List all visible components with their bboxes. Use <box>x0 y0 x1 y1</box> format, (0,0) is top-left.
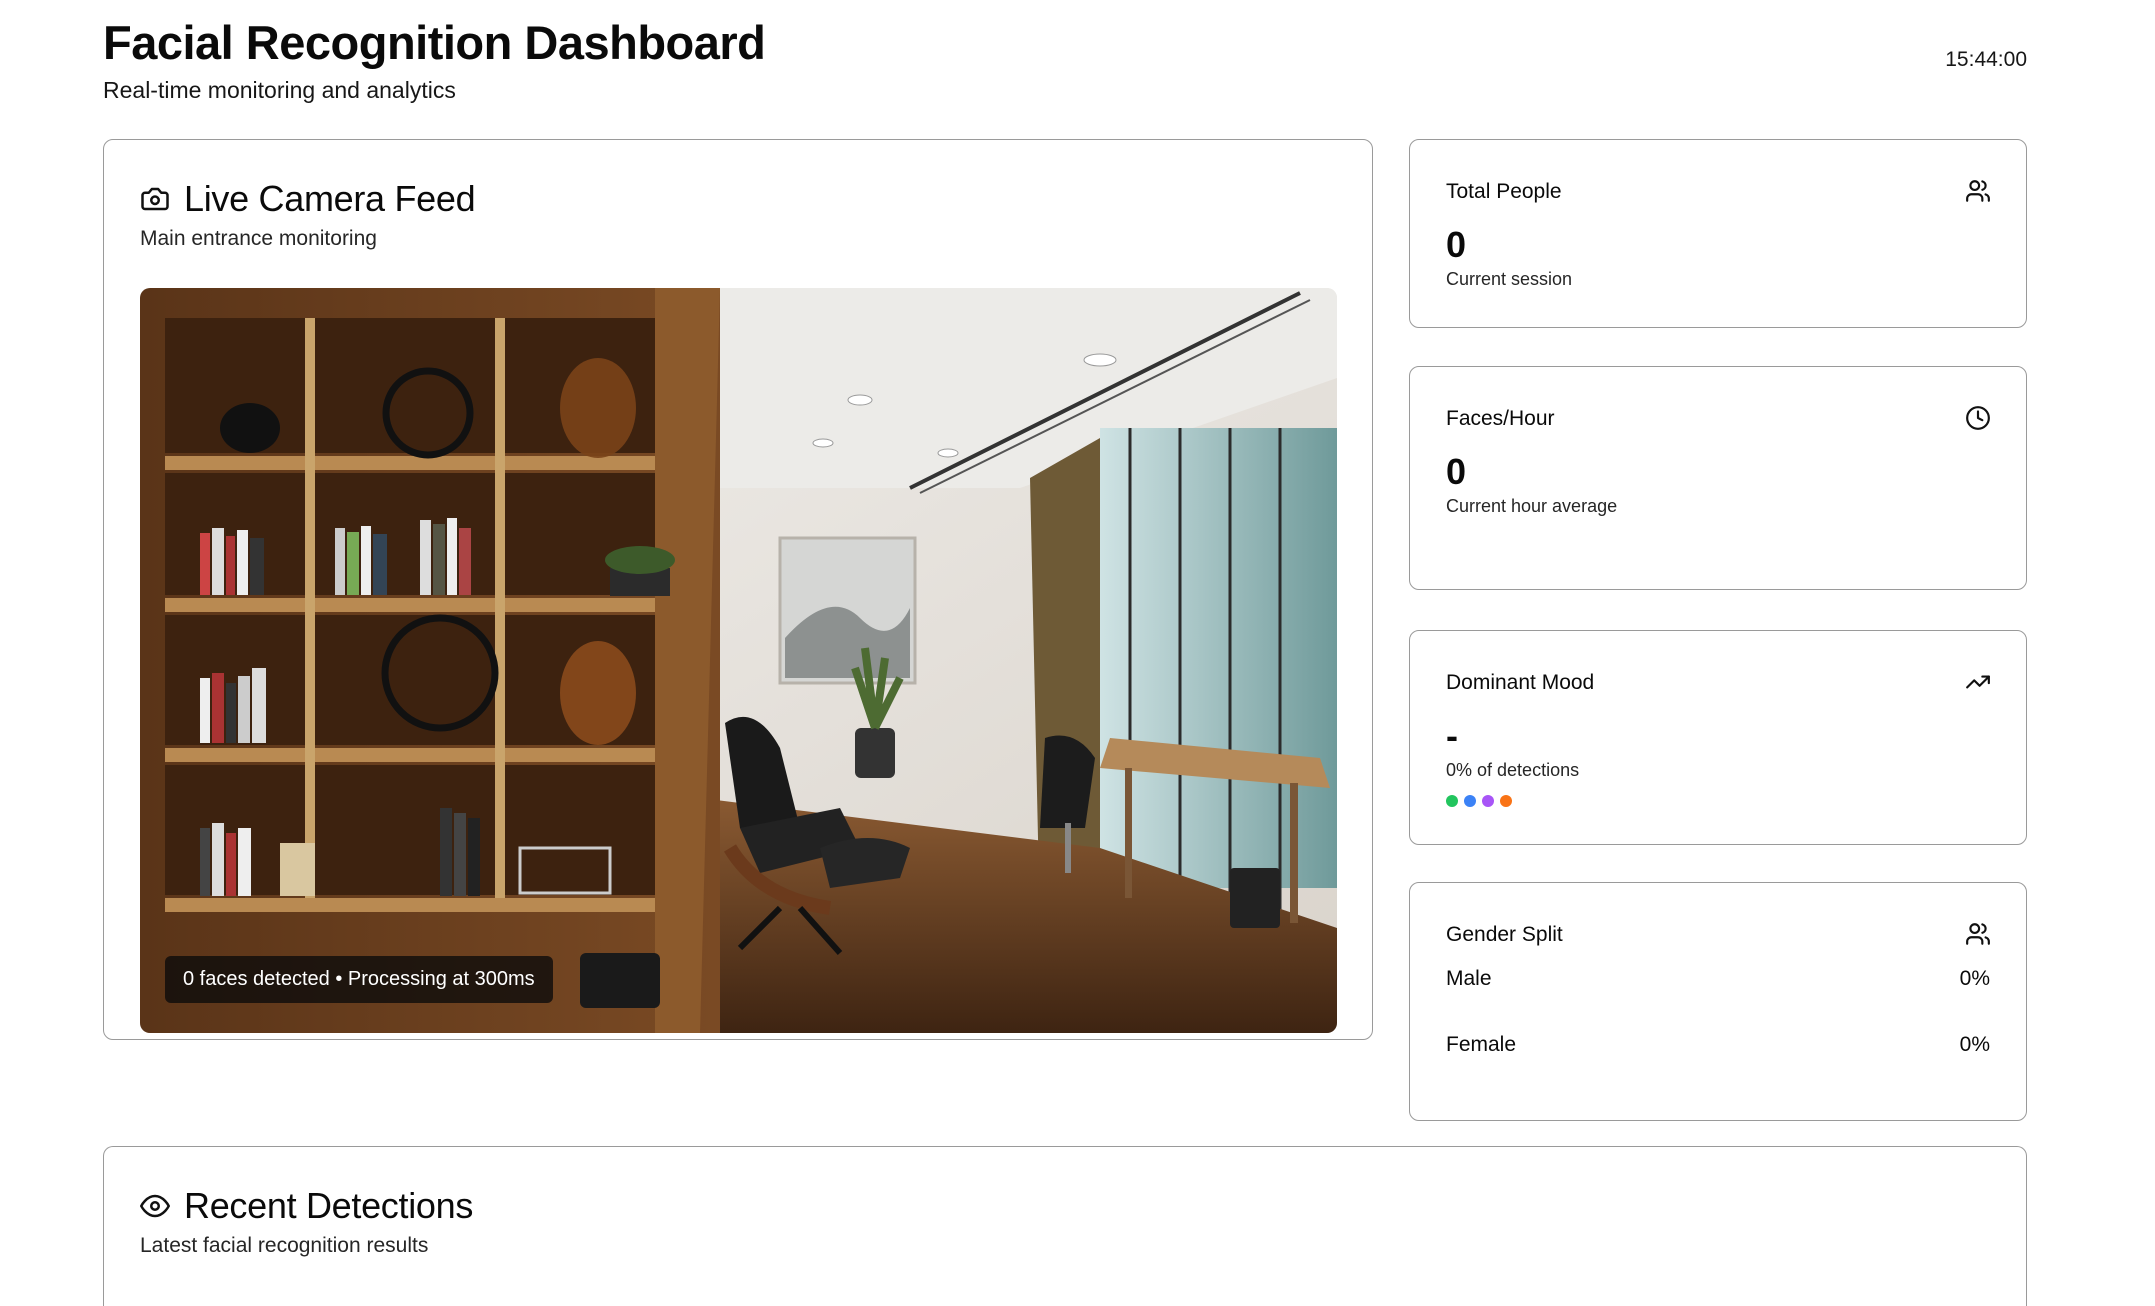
mood-dot <box>1482 795 1494 807</box>
gender-percent: 0% <box>1959 1033 1990 1056</box>
camera-card-title: Live Camera Feed <box>184 178 476 219</box>
faces-per-hour-note: Current hour average <box>1446 496 1618 516</box>
dominant-mood-label: Dominant Mood <box>1446 671 1595 694</box>
faces-per-hour-card: Faces/Hour 0 Current hour average <box>1409 366 2027 590</box>
page-title: Facial Recognition Dashboard <box>103 16 766 69</box>
live-camera-card: Live Camera Feed Main entrance monitorin… <box>103 139 1373 1040</box>
camera-card-description: Main entrance monitoring <box>140 227 377 250</box>
camera-feed-image <box>140 288 1337 1033</box>
mood-color-dots <box>1446 795 1512 807</box>
mood-dot <box>1500 795 1512 807</box>
header: Facial Recognition Dashboard Real-time m… <box>103 16 2027 104</box>
current-time: 15:44:00 <box>1945 48 2027 71</box>
total-people-note: Current session <box>1446 269 1573 289</box>
faces-per-hour-value: 0 <box>1446 451 1467 492</box>
gender-label: Female <box>1446 1033 1517 1056</box>
total-people-card: Total People 0 Current session <box>1409 139 2027 328</box>
recent-card-description: Latest facial recognition results <box>140 1234 429 1257</box>
dominant-mood-card: Dominant Mood - 0% of detections <box>1409 630 2027 845</box>
recent-card-title: Recent Detections <box>184 1185 474 1226</box>
camera-icon <box>141 187 169 211</box>
dominant-mood-value: - <box>1446 715 1458 756</box>
mood-dot <box>1446 795 1458 807</box>
mood-dot <box>1464 795 1476 807</box>
recent-card-heading: Recent Detections <box>140 1185 473 1227</box>
users-icon <box>1966 180 1990 202</box>
users-icon <box>1966 923 1990 945</box>
gender-row-female: Female 0% <box>1446 1033 1990 1057</box>
dominant-mood-note: 0% of detections <box>1446 760 1580 780</box>
total-people-label: Total People <box>1446 180 1562 203</box>
page-subtitle: Real-time monitoring and analytics <box>103 77 456 103</box>
gender-row-male: Male 0% <box>1446 967 1990 991</box>
feed-status-overlay: 0 faces detected • Processing at 300ms <box>165 956 553 1003</box>
gender-label: Male <box>1446 967 1492 990</box>
trending-up-icon <box>1966 675 1990 689</box>
camera-card-heading: Live Camera Feed <box>140 178 476 220</box>
faces-per-hour-label: Faces/Hour <box>1446 407 1555 430</box>
clock-icon <box>1966 406 1990 430</box>
eye-icon <box>140 1194 170 1218</box>
dashboard-page: Facial Recognition Dashboard Real-time m… <box>0 0 2155 1306</box>
camera-feed-video[interactable]: 0 faces detected • Processing at 300ms <box>140 288 1337 1033</box>
total-people-value: 0 <box>1446 224 1467 265</box>
gender-split-label: Gender Split <box>1446 923 1563 946</box>
recent-detections-card: Recent Detections Latest facial recognit… <box>103 1146 2027 1306</box>
gender-split-card: Gender Split Male 0% Female 0% <box>1409 882 2027 1121</box>
gender-percent: 0% <box>1959 967 1990 990</box>
